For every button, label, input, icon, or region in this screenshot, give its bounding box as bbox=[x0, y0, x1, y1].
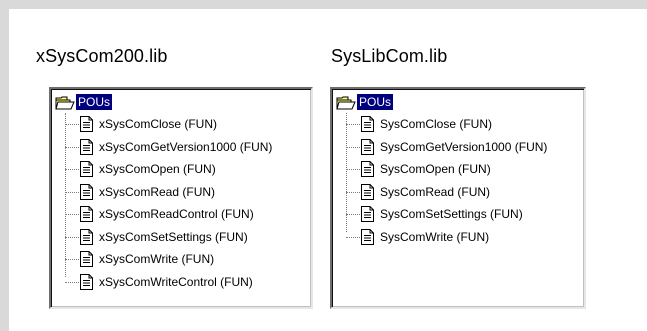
left-pou-tree-panel[interactable]: POUs xSysComClose (FUN) xSysComGetVersion… bbox=[49, 87, 313, 309]
document-icon bbox=[80, 116, 93, 132]
document-icon bbox=[361, 206, 374, 222]
document-icon bbox=[361, 138, 374, 155]
document-icon bbox=[80, 228, 93, 245]
tree-connector-line bbox=[65, 214, 79, 215]
pou-item-label[interactable]: SysComSetSettings (FUN) bbox=[380, 205, 523, 223]
open-folder-icon bbox=[336, 96, 356, 110]
tree-connector-line bbox=[65, 191, 79, 193]
document-icon bbox=[361, 161, 374, 177]
pou-item-label[interactable]: xSysComWriteControl (FUN) bbox=[99, 273, 253, 291]
document-icon bbox=[361, 116, 374, 132]
tree-connector-line bbox=[346, 146, 360, 148]
document-icon bbox=[80, 161, 93, 177]
pou-item-label[interactable]: xSysComSetSettings (FUN) bbox=[99, 228, 248, 246]
tree-connector-line bbox=[346, 214, 360, 215]
pou-item-label[interactable]: SysComGetVersion1000 (FUN) bbox=[380, 138, 547, 156]
pou-item-label[interactable]: xSysComWrite (FUN) bbox=[99, 250, 214, 268]
pou-item-label[interactable]: xSysComClose (FUN) bbox=[99, 115, 217, 133]
pou-item-label[interactable]: xSysComOpen (FUN) bbox=[99, 160, 216, 178]
pou-item-label[interactable]: xSysComReadControl (FUN) bbox=[99, 205, 254, 223]
document-icon bbox=[80, 206, 93, 222]
pous-root-label[interactable]: POUs bbox=[357, 94, 394, 110]
tree-connector-line bbox=[65, 124, 79, 125]
document-icon bbox=[80, 138, 93, 155]
pou-item-label[interactable]: xSysComRead (FUN) bbox=[99, 183, 215, 201]
tree-connector-line bbox=[65, 259, 79, 260]
document-icon bbox=[361, 183, 374, 200]
pou-item-label[interactable]: xSysComGetVersion1000 (FUN) bbox=[99, 138, 272, 156]
tree-connector-line bbox=[65, 169, 79, 170]
right-library-title: SysLibCom.lib bbox=[331, 46, 448, 66]
pou-item-label[interactable]: SysComClose (FUN) bbox=[380, 115, 492, 133]
tree-connector-line bbox=[65, 146, 79, 148]
tree-connector-line bbox=[346, 124, 360, 125]
right-pou-tree-panel[interactable]: POUs SysComClose (FUN) SysComGetVersion10… bbox=[330, 87, 586, 309]
pou-item-label[interactable]: SysComRead (FUN) bbox=[380, 183, 490, 201]
open-folder-icon bbox=[55, 96, 75, 110]
tree-connector-line bbox=[346, 191, 360, 193]
pous-root-label[interactable]: POUs bbox=[76, 94, 113, 110]
document-icon bbox=[80, 273, 93, 290]
tree-connector-line bbox=[65, 113, 66, 277]
tree-connector-line bbox=[346, 236, 360, 238]
document-icon bbox=[80, 183, 93, 200]
tree-connector-line bbox=[65, 281, 79, 283]
document-icon bbox=[361, 228, 374, 245]
pou-item-label[interactable]: SysComOpen (FUN) bbox=[380, 160, 491, 178]
pou-item-label[interactable]: SysComWrite (FUN) bbox=[380, 228, 489, 246]
tree-connector-line bbox=[346, 169, 360, 170]
document-icon bbox=[80, 251, 93, 267]
tree-connector-line bbox=[65, 236, 79, 238]
left-library-title: xSysCom200.lib bbox=[36, 46, 168, 66]
